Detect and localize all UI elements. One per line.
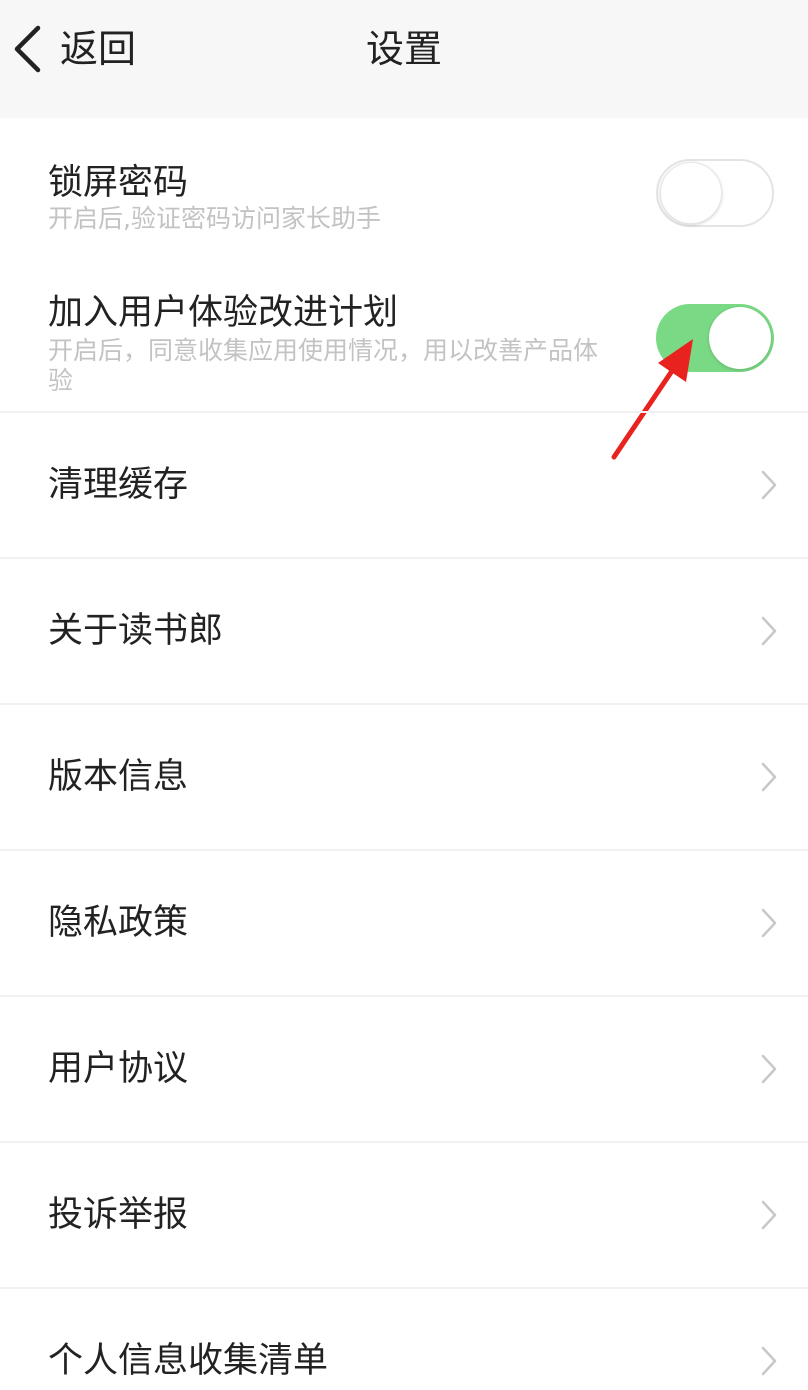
menu-item-privacy-policy[interactable]: 隐私政策 <box>0 851 808 995</box>
setting-title: 加入用户体验改进计划 <box>48 293 399 333</box>
menu-item-clear-cache[interactable]: 清理缓存 <box>0 413 808 557</box>
page-title: 设置 <box>365 27 442 71</box>
setting-lock-screen-password: 锁屏密码 开启后,验证密码访问家长助手 <box>0 118 808 258</box>
menu-item-label: 隐私政策 <box>48 903 189 943</box>
chevron-right-icon <box>761 908 777 938</box>
top-bar: 返回 设置 <box>0 0 808 98</box>
menu-item-label: 个人信息收集清单 <box>48 1341 329 1381</box>
menu-item-label: 用户协议 <box>48 1049 189 1089</box>
setting-subtitle: 开启后，同意收集应用使用情况，用以改善产品体验 <box>48 336 599 395</box>
chevron-right-icon <box>761 616 777 646</box>
chevron-right-icon <box>761 1054 777 1084</box>
setting-title: 锁屏密码 <box>48 163 189 203</box>
menu-item-label: 版本信息 <box>48 757 189 797</box>
chevron-right-icon <box>761 470 777 500</box>
toggle-knob <box>660 162 722 224</box>
menu-item-version-info[interactable]: 版本信息 <box>0 705 808 849</box>
menu-item-label: 清理缓存 <box>48 465 189 505</box>
menu-item-user-agreement[interactable]: 用户协议 <box>0 997 808 1141</box>
header-gap <box>0 98 808 118</box>
chevron-right-icon <box>761 1346 777 1376</box>
menu-item-label: 关于读书郎 <box>48 611 224 651</box>
menu-item-personal-info-list[interactable]: 个人信息收集清单 <box>0 1289 808 1390</box>
chevron-right-icon <box>761 1200 777 1230</box>
chevron-right-icon <box>761 762 777 792</box>
setting-subtitle: 开启后,验证密码访问家长助手 <box>48 204 381 233</box>
menu-item-about[interactable]: 关于读书郎 <box>0 559 808 703</box>
menu-item-complaint-report[interactable]: 投诉举报 <box>0 1143 808 1287</box>
toggle-knob <box>709 307 771 369</box>
lock-screen-toggle[interactable] <box>656 159 774 227</box>
menu-item-label: 投诉举报 <box>48 1195 189 1235</box>
